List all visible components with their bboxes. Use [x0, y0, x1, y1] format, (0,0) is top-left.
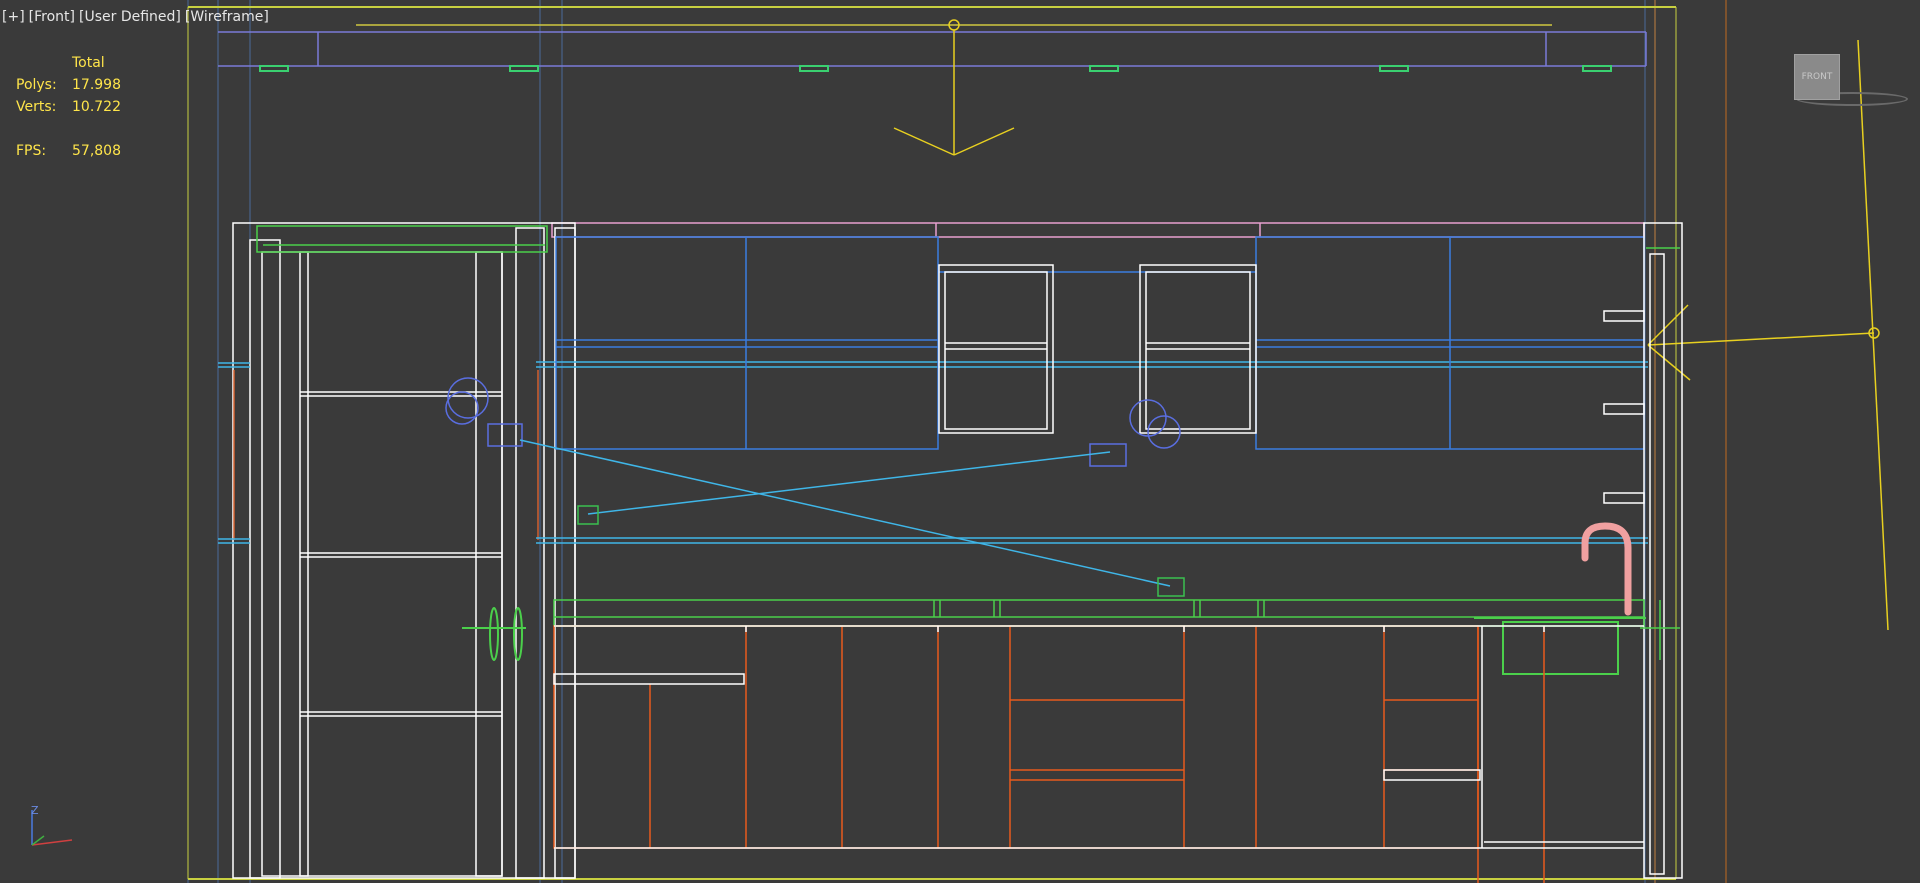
- axis-z-label: Z: [31, 804, 39, 817]
- upper-trim: [551, 222, 1645, 238]
- verts-value: 10.722: [72, 99, 121, 115]
- light-targets: [577, 505, 1185, 597]
- door-wireframe: [232, 222, 576, 879]
- wireframe-scene[interactable]: Z: [0, 0, 1920, 883]
- stats-total-header: Total: [72, 55, 105, 71]
- fps-value: 57,808: [72, 143, 121, 159]
- viewcube-face-label[interactable]: FRONT: [1802, 72, 1833, 82]
- viewport-shading-preset-menu[interactable]: [User Defined]: [79, 9, 181, 25]
- viewport-label-menu[interactable]: [+] [Front] [User Defined] [Wireframe]: [2, 9, 273, 25]
- verts-label: Verts:: [16, 99, 57, 115]
- free-camera-gizmo: [1647, 39, 1889, 631]
- polys-label: Polys:: [16, 77, 57, 93]
- viewport-grid: [187, 0, 1727, 883]
- polys-value: 17.998: [72, 77, 121, 93]
- faucet: [1581, 522, 1632, 616]
- door-frame-green: [256, 225, 548, 253]
- wall-rails: [218, 361, 1648, 544]
- base-cabinet-edges: [553, 625, 1644, 849]
- countertop: [553, 599, 1645, 627]
- front-viewport[interactable]: Z [+] [Front] [User Defined] [Wireframe] To…: [0, 0, 1920, 883]
- base-cabinets: [553, 625, 1545, 883]
- viewcube[interactable]: FRONT: [1794, 54, 1840, 100]
- viewport-shading-mode-menu[interactable]: [Wireframe]: [185, 9, 269, 25]
- viewport-view-menu[interactable]: [Front]: [29, 9, 75, 25]
- viewport-plus-menu[interactable]: [+]: [2, 9, 25, 25]
- upper-cabinets: [555, 236, 1645, 450]
- ceiling-track: [218, 31, 1647, 67]
- top-frame: [187, 6, 1677, 880]
- fps-label: FPS:: [16, 143, 47, 159]
- right-column-green: [1640, 247, 1680, 660]
- camera-target-gizmo: [893, 19, 1015, 156]
- open-shelves: [938, 264, 1257, 434]
